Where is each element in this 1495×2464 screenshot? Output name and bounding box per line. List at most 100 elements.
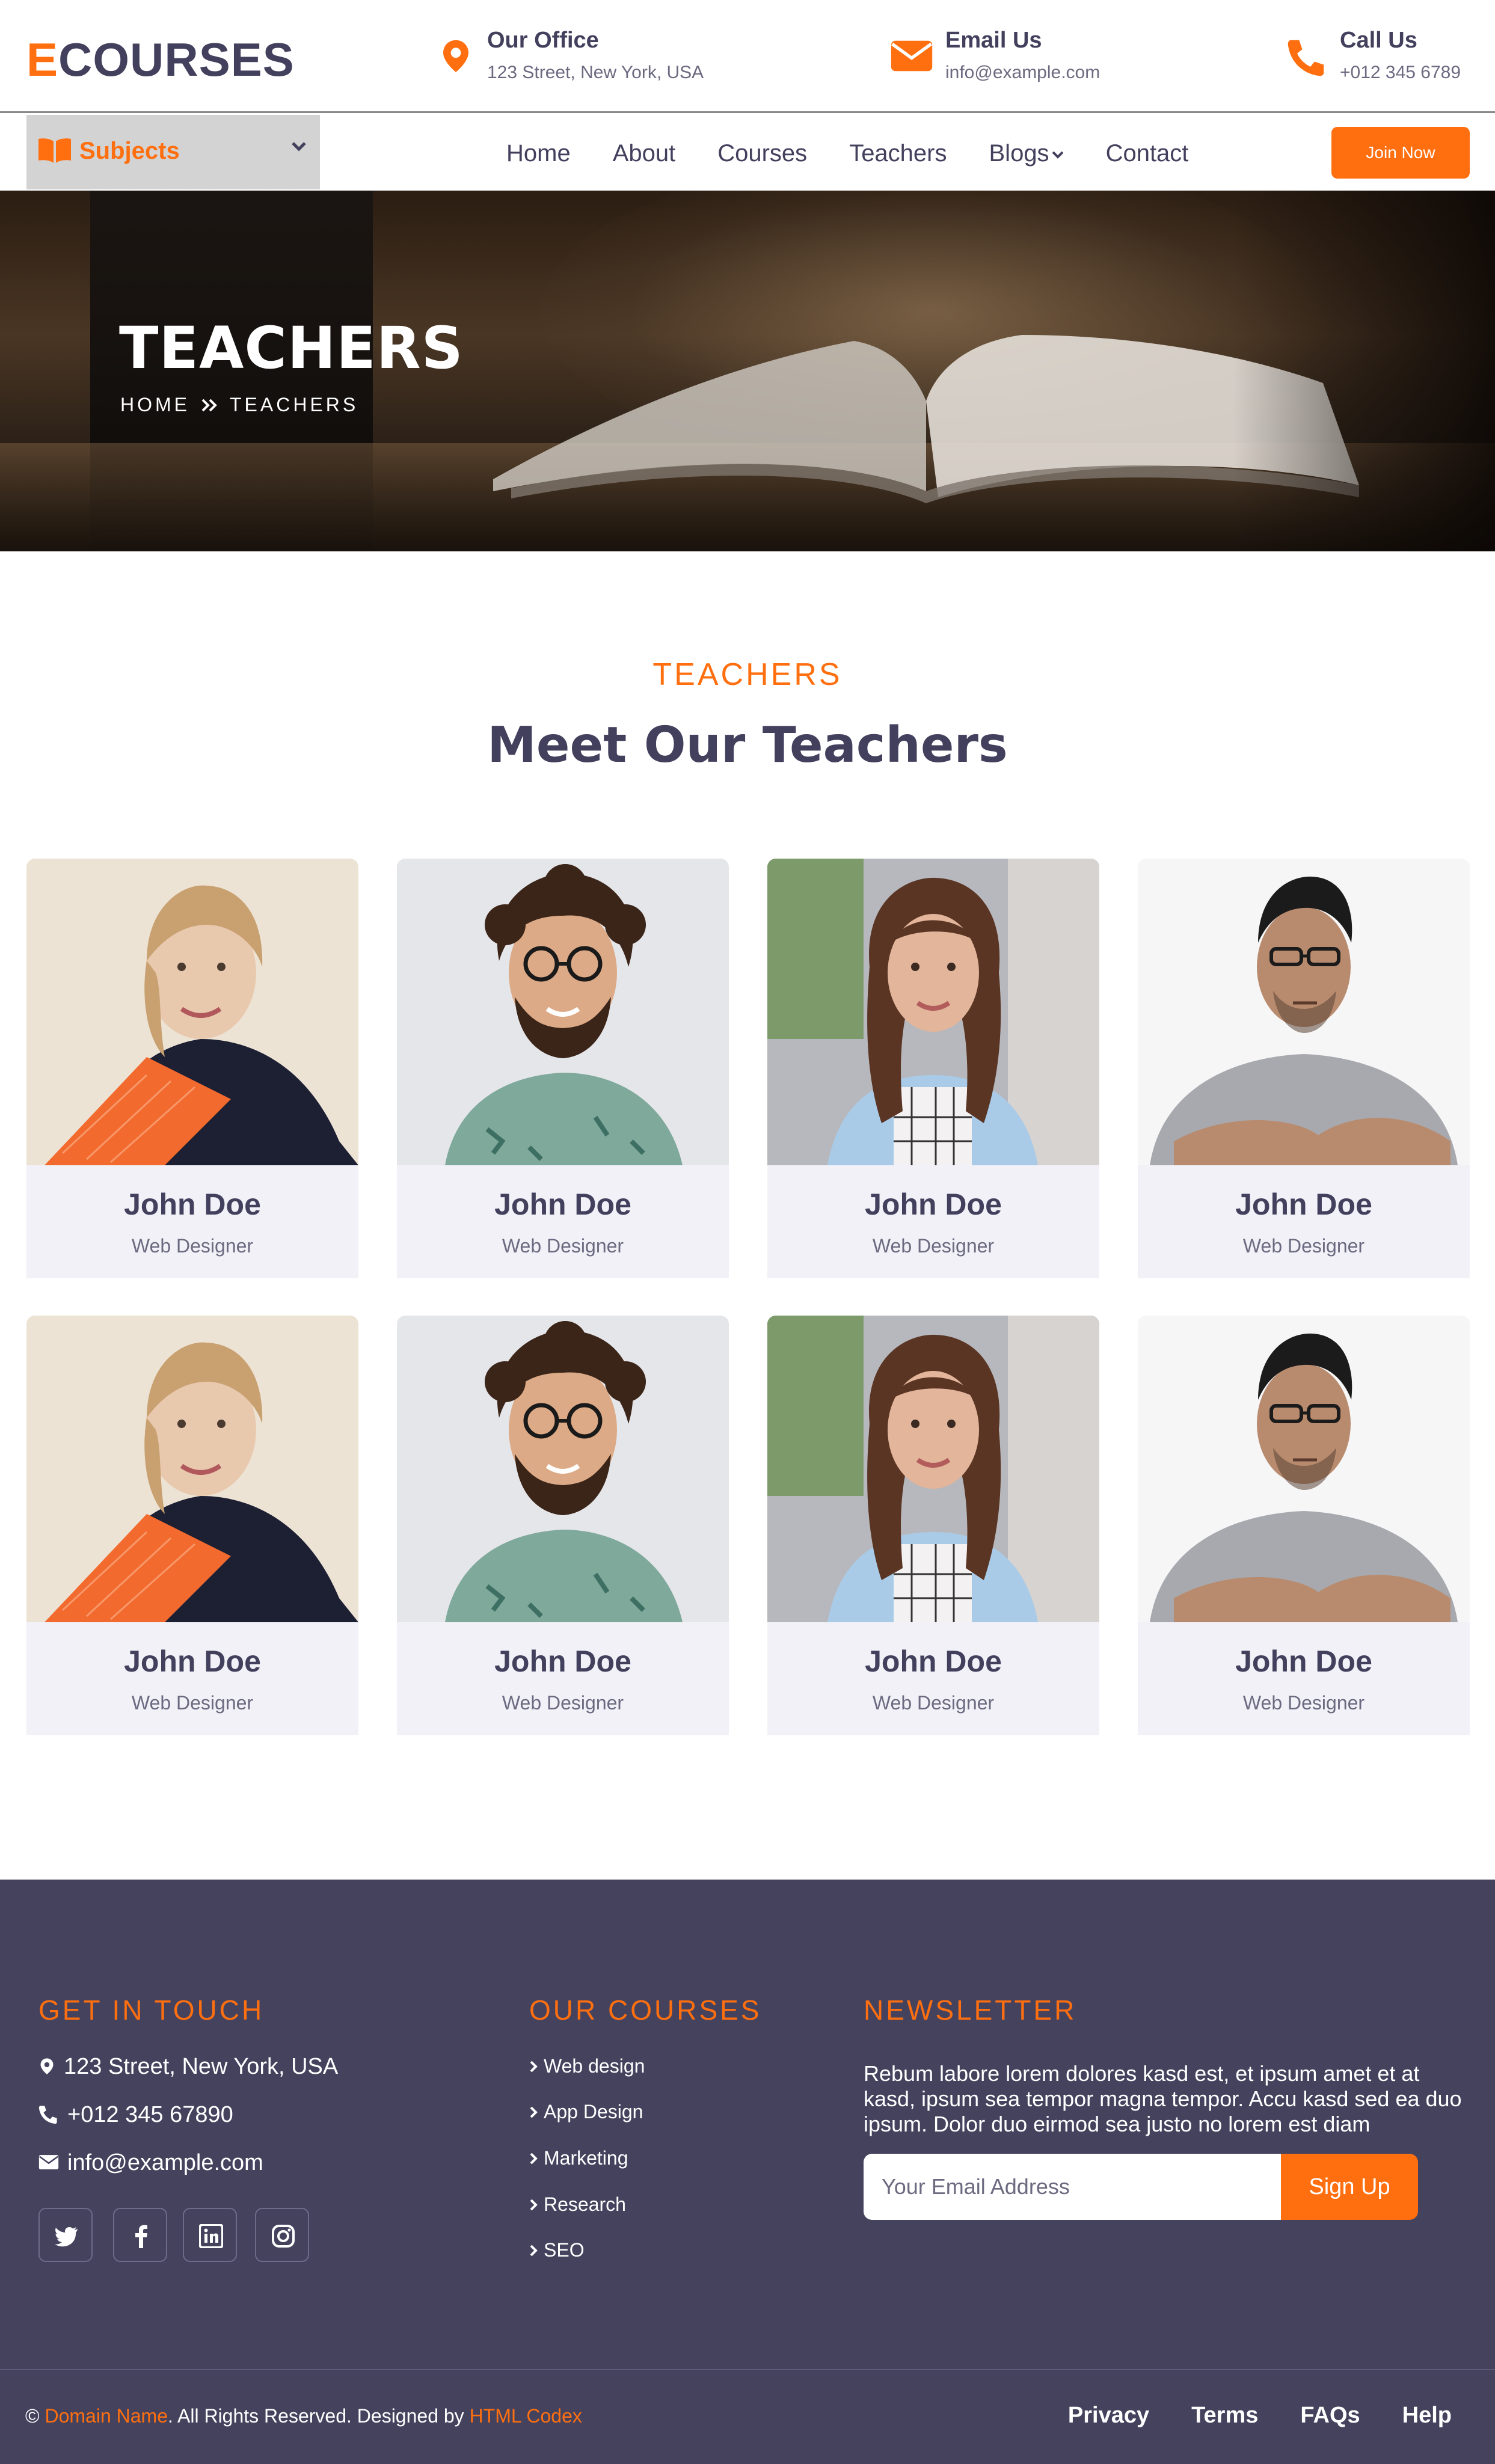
chevron-right-icon bbox=[530, 2106, 538, 2118]
footer-link-help[interactable]: Help bbox=[1402, 2403, 1452, 2429]
teacher-photo bbox=[767, 1316, 1099, 1622]
chevron-down-icon bbox=[1052, 152, 1063, 159]
footer-courses-heading: OUR COURSES bbox=[529, 1994, 762, 2026]
teacher-card[interactable]: John Doe Web Designer bbox=[767, 859, 1099, 1278]
office-title: Our Office bbox=[487, 28, 599, 53]
twitter-button[interactable] bbox=[38, 2208, 93, 2262]
email-contact: Email Us info@example.com bbox=[890, 26, 1143, 93]
teacher-role: Web Designer bbox=[1242, 1235, 1365, 1257]
teacher-role: Web Designer bbox=[131, 1692, 254, 1714]
section-title: Meet Our Teachers bbox=[487, 717, 1008, 774]
newsletter-description: Rebum labore lorem dolores kasd est, et … bbox=[864, 2061, 1462, 2136]
teacher-card[interactable]: John Doe Web Designer bbox=[26, 1316, 358, 1735]
nav-blogs[interactable]: Blogs bbox=[989, 135, 1064, 171]
copyright-domain-link[interactable]: Domain Name bbox=[45, 2405, 168, 2427]
teacher-card[interactable]: John Doe Web Designer bbox=[767, 1316, 1099, 1735]
chevron-right-icon bbox=[530, 2153, 538, 2165]
instagram-icon bbox=[272, 2225, 295, 2248]
footer-phone-text[interactable]: +012 345 67890 bbox=[67, 2102, 233, 2127]
subjects-dropdown[interactable]: Subjects bbox=[26, 115, 320, 189]
chevron-right-icon bbox=[530, 2245, 538, 2257]
teacher-role: Web Designer bbox=[502, 1235, 624, 1257]
footer-link-privacy[interactable]: Privacy bbox=[1068, 2403, 1149, 2429]
teacher-card[interactable]: John Doe Web Designer bbox=[397, 859, 729, 1278]
teacher-name: John Doe bbox=[124, 1644, 261, 1678]
footer-phone: +012 345 67890 bbox=[38, 2102, 233, 2128]
email-title: Email Us bbox=[945, 28, 1042, 53]
course-link-label: App Design bbox=[544, 2101, 643, 2122]
nav-home[interactable]: Home bbox=[506, 135, 571, 171]
footer-link-terms[interactable]: Terms bbox=[1191, 2403, 1258, 2429]
teacher-role: Web Designer bbox=[1242, 1692, 1365, 1714]
main-navbar: Subjects Home About Courses Teachers Blo… bbox=[0, 115, 1495, 191]
footer-touch-heading: GET IN TOUCH bbox=[38, 1994, 265, 2026]
teacher-name: John Doe bbox=[1235, 1188, 1372, 1221]
copyright: © Domain Name. All Rights Reserved. Desi… bbox=[25, 2405, 582, 2427]
brand-logo-letter: E bbox=[26, 33, 59, 86]
map-pin-icon bbox=[443, 40, 468, 72]
linkedin-button[interactable] bbox=[183, 2208, 237, 2262]
teacher-card[interactable]: John Doe Web Designer bbox=[26, 859, 358, 1278]
teacher-info: John Doe Web Designer bbox=[397, 1165, 729, 1278]
teacher-photo bbox=[397, 859, 729, 1165]
envelope-icon bbox=[891, 40, 933, 72]
section-label: TEACHERS bbox=[652, 657, 843, 692]
course-link-web-design[interactable]: Web design bbox=[529, 2055, 645, 2077]
nav-courses[interactable]: Courses bbox=[717, 135, 807, 171]
teacher-card[interactable]: John Doe Web Designer bbox=[1138, 1316, 1470, 1735]
double-chevron-right-icon bbox=[201, 399, 217, 411]
footer-address: 123 Street, New York, USA bbox=[38, 2054, 338, 2080]
chevron-right-icon bbox=[530, 2199, 538, 2211]
map-pin-icon bbox=[40, 2058, 54, 2074]
facebook-button[interactable] bbox=[113, 2208, 167, 2262]
call-title: Call Us bbox=[1340, 28, 1417, 53]
course-link-seo[interactable]: SEO bbox=[529, 2239, 585, 2261]
footer-newsletter-heading: NEWSLETTER bbox=[864, 1994, 1077, 2026]
nav-blogs-label: Blogs bbox=[989, 140, 1049, 167]
teacher-photo bbox=[1138, 1316, 1470, 1622]
teacher-role: Web Designer bbox=[872, 1692, 995, 1714]
teacher-card[interactable]: John Doe Web Designer bbox=[1138, 859, 1470, 1278]
course-link-app-design[interactable]: App Design bbox=[529, 2101, 643, 2123]
newsletter-signup-button[interactable]: Sign Up bbox=[1281, 2154, 1418, 2220]
brand-logo-text: COURSES bbox=[58, 33, 295, 86]
page-title: TEACHERS bbox=[119, 314, 464, 382]
office-address: 123 Street, New York, USA bbox=[487, 63, 704, 82]
copyright-text: . All Rights Reserved. Designed by bbox=[167, 2405, 464, 2427]
teacher-info: John Doe Web Designer bbox=[397, 1622, 729, 1735]
footer-link-faqs[interactable]: FAQs bbox=[1300, 2403, 1360, 2429]
teacher-card[interactable]: John Doe Web Designer bbox=[397, 1316, 729, 1735]
top-bar: ECOURSES Our Office 123 Street, New York… bbox=[0, 0, 1495, 113]
phone-icon bbox=[38, 2106, 57, 2124]
footer-bottom-links: Privacy Terms FAQs Help bbox=[1026, 2403, 1452, 2429]
teacher-photo bbox=[26, 859, 358, 1165]
newsletter-email-input[interactable] bbox=[864, 2154, 1282, 2220]
nav-about[interactable]: About bbox=[613, 135, 676, 171]
teacher-role: Web Designer bbox=[872, 1235, 995, 1257]
teacher-info: John Doe Web Designer bbox=[26, 1622, 358, 1735]
teacher-name: John Doe bbox=[494, 1644, 631, 1678]
course-link-research[interactable]: Research bbox=[529, 2193, 626, 2216]
email-address[interactable]: info@example.com bbox=[945, 63, 1100, 83]
copyright-symbol: © bbox=[25, 2405, 40, 2427]
teacher-photo bbox=[26, 1316, 358, 1622]
teacher-name: John Doe bbox=[865, 1188, 1002, 1221]
course-link-marketing[interactable]: Marketing bbox=[529, 2147, 628, 2169]
brand-logo[interactable]: ECOURSES bbox=[26, 32, 295, 87]
course-link-label: Marketing bbox=[544, 2147, 628, 2169]
nav-teachers[interactable]: Teachers bbox=[849, 135, 947, 171]
footer-email-text[interactable]: info@example.com bbox=[67, 2150, 263, 2175]
breadcrumb-home[interactable]: HOME bbox=[120, 394, 190, 416]
teacher-name: John Doe bbox=[865, 1644, 1002, 1678]
join-now-button[interactable]: Join Now bbox=[1331, 127, 1470, 179]
teacher-name: John Doe bbox=[494, 1188, 631, 1221]
instagram-button[interactable] bbox=[255, 2208, 309, 2262]
office-contact: Our Office 123 Street, New York, USA bbox=[439, 26, 752, 93]
call-number[interactable]: +012 345 6789 bbox=[1340, 63, 1461, 83]
breadcrumb: HOME TEACHERS bbox=[120, 394, 358, 416]
teacher-info: John Doe Web Designer bbox=[1138, 1622, 1470, 1735]
linkedin-icon bbox=[199, 2224, 223, 2248]
nav-contact[interactable]: Contact bbox=[1106, 135, 1189, 171]
copyright-designer-link[interactable]: HTML Codex bbox=[470, 2405, 582, 2427]
nav-links: Home About Courses Teachers Blogs Contac… bbox=[506, 135, 1230, 171]
